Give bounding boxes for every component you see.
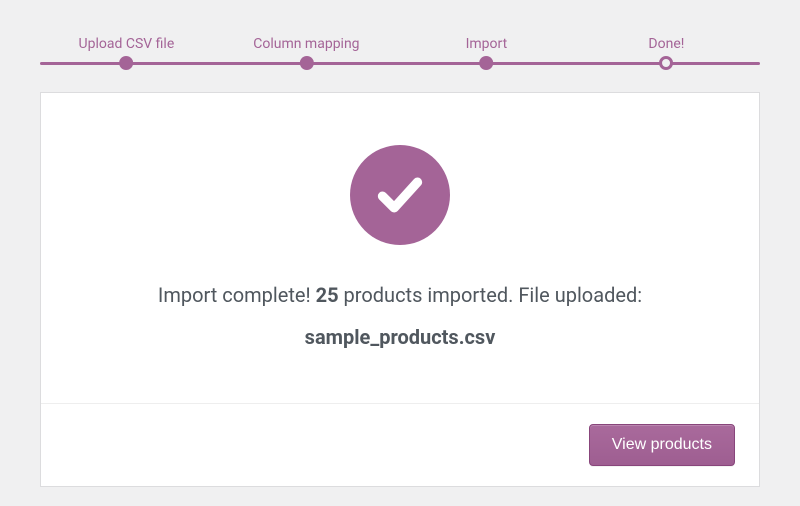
- stepper-line: [40, 62, 760, 65]
- step-2: Import: [466, 36, 508, 62]
- view-products-button[interactable]: View products: [589, 424, 735, 466]
- import-result-card: Import complete! 25 products imported. F…: [40, 92, 760, 487]
- uploaded-filename: sample_products.csv: [81, 319, 719, 355]
- step-dot: [119, 56, 133, 70]
- success-check-icon: [350, 145, 450, 245]
- card-footer: View products: [41, 403, 759, 486]
- message-prefix: Import complete!: [158, 283, 316, 307]
- import-count: 25: [316, 283, 339, 307]
- step-dot: [299, 56, 313, 70]
- step-dot: [659, 56, 673, 70]
- step-label: Done!: [648, 36, 684, 52]
- card-body: Import complete! 25 products imported. F…: [41, 93, 759, 403]
- step-label: Upload CSV file: [79, 36, 175, 52]
- import-message: Import complete! 25 products imported. F…: [81, 277, 719, 355]
- progress-stepper: Upload CSV file Column mapping Import Done!: [0, 0, 800, 72]
- step-0: Upload CSV file: [79, 36, 175, 62]
- step-label: Import: [466, 36, 508, 52]
- step-dot: [479, 56, 493, 70]
- message-suffix: products imported. File uploaded:: [339, 283, 643, 307]
- step-label: Column mapping: [253, 36, 359, 52]
- step-3: Done!: [648, 36, 684, 62]
- step-1: Column mapping: [253, 36, 359, 62]
